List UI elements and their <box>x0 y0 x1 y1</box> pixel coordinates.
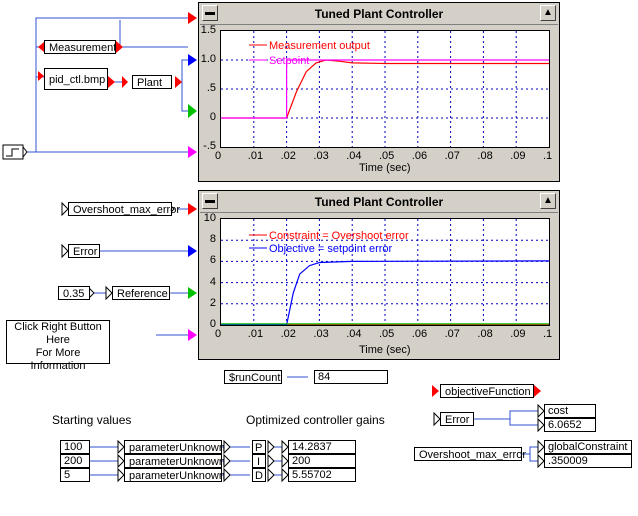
x-tick-label: .09 <box>510 150 526 162</box>
plot-window-2-maximize-button[interactable]: ▲ <box>540 193 556 209</box>
info-line-1: Click Right Button <box>14 321 102 333</box>
chart-2-svg: Constraint = Overshoot errorObjective = … <box>221 219 550 326</box>
y-tick-label: 1.0 <box>200 53 216 65</box>
plot-window-1[interactable]: Tuned Plant Controller ▬ ▲ Measurement o… <box>198 2 560 182</box>
x-tick-label: .07 <box>444 150 460 162</box>
chart-1-xlabel: Time (sec) <box>359 162 411 174</box>
reference-block[interactable]: Reference <box>112 286 170 300</box>
legend-entry: Objective = setpoint error <box>269 243 393 255</box>
chart-2-xlabel: Time (sec) <box>359 344 411 356</box>
chart-2-plot-area: Constraint = Overshoot error Objective = … <box>220 218 550 326</box>
x-tick-label: 0 <box>215 150 222 162</box>
plot-window-2-menu-button[interactable]: ▬ <box>202 193 218 209</box>
runcount-display: 84 <box>314 370 388 384</box>
runcount-block[interactable]: $runCount <box>224 370 282 384</box>
y-tick-label: 0 <box>209 111 216 123</box>
x-tick-label: .03 <box>313 328 329 340</box>
y-tick-label: 2 <box>209 296 216 309</box>
y-tick-label: 10 <box>203 212 216 224</box>
legend-entry: Setpoint <box>269 55 309 67</box>
x-tick-label: .07 <box>444 328 460 340</box>
plot-window-1-title: Tuned Plant Controller <box>314 7 444 21</box>
y-tick-label: .5 <box>206 82 216 94</box>
x-tick-label: .09 <box>510 328 526 340</box>
constant-block[interactable]: 0.35 <box>58 286 90 300</box>
series-line-1 <box>221 59 549 119</box>
starting-values-label: Starting values <box>52 413 132 427</box>
y-tick-label: 6 <box>209 254 216 267</box>
info-line-3: For More Information <box>30 347 86 372</box>
x-tick-label: .1 <box>543 150 553 162</box>
x-tick-label: .01 <box>247 150 264 162</box>
plant-block[interactable]: Plant <box>132 75 172 89</box>
y-tick-label: 1.5 <box>200 24 216 36</box>
info-box[interactable]: Click Right Button Here For More Informa… <box>6 320 110 372</box>
x-tick-label: .03 <box>313 150 329 162</box>
info-line-2: Here <box>46 334 70 346</box>
x-tick-label: .08 <box>477 150 493 162</box>
overshoot-max-error-block[interactable]: Overshoot_max_error <box>68 202 180 216</box>
x-tick-label: .1 <box>543 328 553 340</box>
x-tick-label: .04 <box>346 150 362 162</box>
legend-entry: Measurement output <box>269 40 370 52</box>
chart-1-plot-area: Measurement output Setpoint <box>220 30 550 148</box>
plot-window-2-title: Tuned Plant Controller <box>314 195 444 209</box>
error-block[interactable]: Error <box>68 244 100 258</box>
pid-controller-block[interactable]: pid_ctl.bmp <box>44 68 108 90</box>
plot-window-2-titlebar[interactable]: Tuned Plant Controller <box>200 192 558 213</box>
x-tick-label: .06 <box>411 150 428 162</box>
measurement-block-ports <box>38 41 182 88</box>
plot-window-1-maximize-button[interactable]: ▲ <box>540 5 556 21</box>
chart-1-svg: Measurement output Setpoint <box>221 31 549 147</box>
x-tick-label: .05 <box>379 328 395 340</box>
series-line-0 <box>221 59 549 119</box>
x-tick-label: 0 <box>215 328 222 340</box>
legend-entry: Constraint = Overshoot error <box>269 230 409 242</box>
y-tick-label: 8 <box>209 233 216 246</box>
x-tick-label: .08 <box>477 328 493 340</box>
y-tick-label: 4 <box>209 275 216 288</box>
plot-window-1-titlebar[interactable]: Tuned Plant Controller <box>200 4 558 25</box>
param-port-arrows <box>117 439 289 483</box>
x-tick-label: .05 <box>379 150 395 162</box>
right-port-arrows <box>432 385 545 469</box>
plot-window-1-menu-button[interactable]: ▬ <box>202 5 218 21</box>
optimized-gains-label: Optimized controller gains <box>246 413 385 427</box>
x-tick-label: .02 <box>280 150 296 162</box>
x-tick-label: .01 <box>247 328 264 340</box>
x-tick-label: .06 <box>411 328 428 340</box>
x-tick-label: .02 <box>280 328 296 340</box>
plot-window-2[interactable]: Tuned Plant Controller ▬ ▲ Constraint = … <box>198 190 560 360</box>
x-tick-label: .04 <box>346 328 362 340</box>
